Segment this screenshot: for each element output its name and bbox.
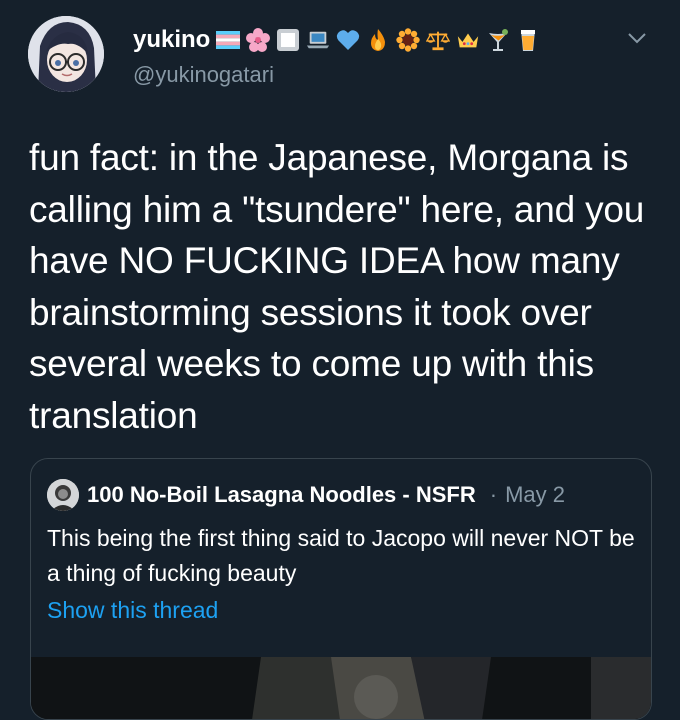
sunflower-icon — [396, 28, 421, 52]
author-avatar[interactable] — [28, 16, 104, 92]
author-handle[interactable]: @yukinogatari — [133, 62, 274, 88]
quoted-author-avatar[interactable] — [47, 479, 79, 511]
beer-glass-icon — [516, 28, 540, 52]
quoted-tweet-media[interactable] — [31, 657, 651, 719]
avatar-illustration — [28, 16, 104, 92]
author-name-row[interactable]: yukino — [133, 26, 540, 54]
cocktail-icon — [486, 28, 510, 52]
author-name[interactable]: yukino — [133, 26, 210, 54]
quoted-author-name[interactable]: 100 No-Boil Lasagna Noodles - NSFR — [87, 482, 476, 508]
quoted-date[interactable]: May 2 — [505, 482, 565, 508]
crown-icon — [456, 28, 480, 52]
transgender-flag-icon — [216, 28, 241, 52]
blue-heart-icon — [336, 28, 360, 52]
quoted-tweet-card[interactable]: 100 No-Boil Lasagna Noodles - NSFR · May… — [30, 458, 652, 720]
quoted-separator: · — [489, 482, 498, 507]
media-preview-image — [31, 657, 651, 719]
tweet-text: fun fact: in the Japanese, Morgana is ca… — [29, 137, 645, 436]
chevron-down-icon[interactable] — [625, 26, 649, 50]
laptop-icon — [306, 28, 330, 52]
show-thread-link[interactable]: Show this thread — [47, 597, 218, 624]
cherry-blossom-icon — [246, 28, 271, 52]
fire-icon — [366, 28, 390, 52]
balance-scale-icon — [426, 28, 451, 52]
white-square-icon — [276, 28, 300, 52]
quoted-tweet-text: This being the first thing said to Jacop… — [47, 525, 635, 586]
quoted-tweet-header: 100 No-Boil Lasagna Noodles - NSFR · May… — [47, 479, 565, 511]
author-emoji-row — [216, 28, 540, 52]
